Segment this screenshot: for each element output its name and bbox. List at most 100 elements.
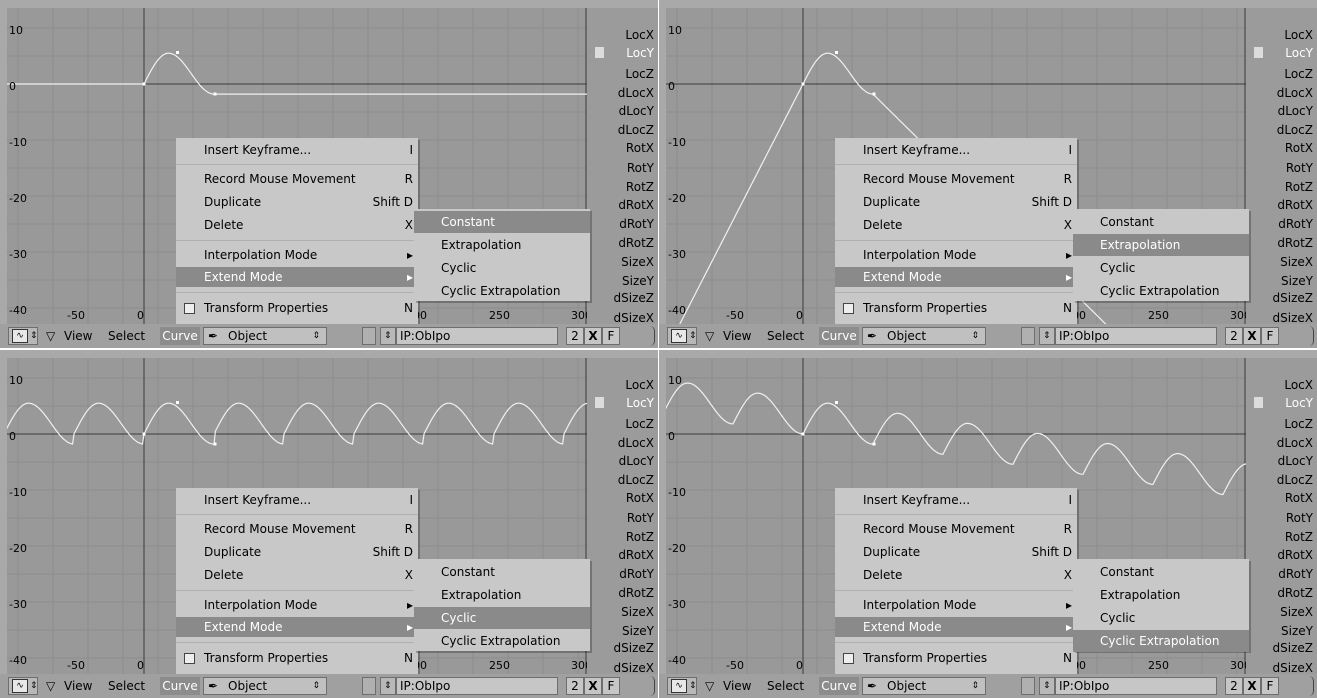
channel-sizey[interactable]: SizeY bbox=[1281, 274, 1313, 288]
channel-rotx[interactable]: RotX bbox=[626, 491, 654, 505]
channel-sizey[interactable]: SizeY bbox=[622, 274, 654, 288]
channel-locz[interactable]: LocZ bbox=[1284, 67, 1313, 81]
channel-rotx[interactable]: RotX bbox=[626, 141, 654, 155]
channel-dsizex[interactable]: dSizeX bbox=[614, 661, 654, 675]
channel-drotz[interactable]: dRotZ bbox=[1277, 236, 1313, 250]
submenu-cyclic-extrapolation[interactable]: Cyclic Extrapolation bbox=[1073, 630, 1249, 652]
channel-visibility-toggle[interactable] bbox=[1254, 397, 1263, 408]
fake-user-button[interactable]: F bbox=[602, 327, 620, 345]
menu-transform-properties[interactable]: Transform Properties N bbox=[835, 648, 1077, 668]
curve-menu[interactable]: Curve bbox=[819, 677, 859, 695]
channel-dlocz[interactable]: dLocZ bbox=[1277, 473, 1313, 487]
channel-locy[interactable]: LocY bbox=[1285, 46, 1313, 60]
menu-transform-properties[interactable]: Transform Properties N bbox=[176, 298, 418, 318]
submenu-cyclic[interactable]: Cyclic bbox=[1073, 257, 1249, 279]
channel-dlocy[interactable]: dLocY bbox=[1278, 454, 1313, 468]
submenu-cyclic[interactable]: Cyclic bbox=[414, 607, 590, 629]
channel-drotz[interactable]: dRotZ bbox=[1277, 586, 1313, 600]
channel-dlocz[interactable]: dLocZ bbox=[618, 473, 654, 487]
checkbox-icon[interactable] bbox=[184, 303, 195, 314]
channel-rotx[interactable]: RotX bbox=[1285, 491, 1313, 505]
close-icon[interactable]: X bbox=[1243, 677, 1261, 695]
users-count[interactable]: 2 bbox=[566, 677, 584, 695]
select-menu[interactable]: Select bbox=[108, 327, 145, 345]
submenu-extrapolation[interactable]: Extrapolation bbox=[1073, 234, 1249, 256]
channel-rotz[interactable]: RotZ bbox=[1285, 530, 1313, 544]
channel-rotz[interactable]: RotZ bbox=[626, 180, 654, 194]
channel-visibility-toggle[interactable] bbox=[1254, 47, 1263, 58]
channel-dsizez[interactable]: dSizeZ bbox=[1273, 291, 1313, 305]
menu-extend-mode[interactable]: Extend Mode ▸ bbox=[835, 617, 1077, 637]
channel-sizex[interactable]: SizeX bbox=[1280, 255, 1313, 269]
menu-duplicate[interactable]: Duplicate Shift D bbox=[835, 542, 1077, 562]
select-menu[interactable]: Select bbox=[767, 677, 804, 695]
menu-delete[interactable]: Delete X bbox=[835, 565, 1077, 585]
channel-visibility-toggle[interactable] bbox=[595, 47, 604, 58]
pin-icon[interactable] bbox=[1021, 677, 1035, 695]
menu-record-mouse-movement[interactable]: Record Mouse Movement R bbox=[835, 519, 1077, 539]
channel-sizey[interactable]: SizeY bbox=[622, 624, 654, 638]
curve-menu[interactable]: Curve bbox=[819, 327, 859, 345]
view-menu[interactable]: View bbox=[64, 677, 92, 695]
editor-type-selector[interactable]: ∿ ⇕ bbox=[667, 677, 697, 695]
submenu-extrapolation[interactable]: Extrapolation bbox=[414, 234, 590, 256]
curve-menu[interactable]: Curve bbox=[160, 677, 200, 695]
channel-visibility-toggle[interactable] bbox=[595, 397, 604, 408]
submenu-cyclic-extrapolation[interactable]: Cyclic Extrapolation bbox=[1073, 280, 1249, 302]
menu-delete[interactable]: Delete X bbox=[176, 565, 418, 585]
menu-transform-properties[interactable]: Transform Properties N bbox=[835, 298, 1077, 318]
disclosure-triangle-icon[interactable]: ▽ bbox=[46, 327, 55, 345]
users-count[interactable]: 2 bbox=[1225, 677, 1243, 695]
channel-droty[interactable]: dRotY bbox=[1278, 567, 1313, 581]
users-count[interactable]: 2 bbox=[1225, 327, 1243, 345]
submenu-cyclic[interactable]: Cyclic bbox=[414, 257, 590, 279]
channel-locz[interactable]: LocZ bbox=[1284, 417, 1313, 431]
channel-roty[interactable]: RotY bbox=[627, 161, 654, 175]
ipo-type-selector[interactable]: ✒ Object ⇕ bbox=[862, 327, 986, 345]
channel-locx[interactable]: LocX bbox=[1284, 378, 1313, 392]
channel-sizex[interactable]: SizeX bbox=[621, 255, 654, 269]
channel-drotz[interactable]: dRotZ bbox=[618, 236, 654, 250]
curve-menu[interactable]: Curve bbox=[160, 327, 200, 345]
channel-droty[interactable]: dRotY bbox=[1278, 217, 1313, 231]
fake-user-button[interactable]: F bbox=[602, 677, 620, 695]
channel-drotx[interactable]: dRotX bbox=[618, 198, 654, 212]
channel-dlocz[interactable]: dLocZ bbox=[1277, 123, 1313, 137]
view-menu[interactable]: View bbox=[723, 677, 751, 695]
editor-type-selector[interactable]: ∿ ⇕ bbox=[8, 677, 38, 695]
ipo-name-field[interactable]: IP:ObIpo bbox=[396, 677, 558, 695]
browse-ipo-button[interactable]: ⇕ bbox=[380, 677, 396, 695]
menu-duplicate[interactable]: Duplicate Shift D bbox=[176, 542, 418, 562]
menu-record-mouse-movement[interactable]: Record Mouse Movement R bbox=[835, 169, 1077, 189]
submenu-constant[interactable]: Constant bbox=[1073, 211, 1249, 233]
menu-extend-mode[interactable]: Extend Mode ▸ bbox=[176, 267, 418, 287]
fake-user-button[interactable]: F bbox=[1261, 327, 1279, 345]
checkbox-icon[interactable] bbox=[184, 653, 195, 664]
checkbox-icon[interactable] bbox=[843, 303, 854, 314]
submenu-cyclic-extrapolation[interactable]: Cyclic Extrapolation bbox=[414, 630, 590, 652]
menu-insert-keyframe[interactable]: Insert Keyframe... I bbox=[835, 490, 1077, 510]
submenu-extrapolation[interactable]: Extrapolation bbox=[414, 584, 590, 606]
channel-drotx[interactable]: dRotX bbox=[618, 548, 654, 562]
menu-record-mouse-movement[interactable]: Record Mouse Movement R bbox=[176, 519, 418, 539]
pin-icon[interactable] bbox=[1021, 327, 1035, 345]
channel-locx[interactable]: LocX bbox=[1284, 28, 1313, 42]
menu-delete[interactable]: Delete X bbox=[176, 215, 418, 235]
channel-locx[interactable]: LocX bbox=[625, 378, 654, 392]
fake-user-button[interactable]: F bbox=[1261, 677, 1279, 695]
close-icon[interactable]: X bbox=[584, 677, 602, 695]
channel-locx[interactable]: LocX bbox=[625, 28, 654, 42]
channel-locy[interactable]: LocY bbox=[1285, 396, 1313, 410]
menu-interpolation-mode[interactable]: Interpolation Mode ▸ bbox=[176, 595, 418, 615]
submenu-constant[interactable]: Constant bbox=[414, 211, 590, 233]
pin-icon[interactable] bbox=[362, 327, 376, 345]
channel-dlocz[interactable]: dLocZ bbox=[618, 123, 654, 137]
channel-sizey[interactable]: SizeY bbox=[1281, 624, 1313, 638]
menu-insert-keyframe[interactable]: Insert Keyframe... I bbox=[835, 140, 1077, 160]
menu-delete[interactable]: Delete X bbox=[835, 215, 1077, 235]
channel-dlocx[interactable]: dLocX bbox=[1277, 86, 1313, 100]
channel-dsizex[interactable]: dSizeX bbox=[1273, 661, 1313, 675]
channel-rotz[interactable]: RotZ bbox=[1285, 180, 1313, 194]
channel-sizex[interactable]: SizeX bbox=[1280, 605, 1313, 619]
editor-type-selector[interactable]: ∿ ⇕ bbox=[8, 327, 38, 345]
